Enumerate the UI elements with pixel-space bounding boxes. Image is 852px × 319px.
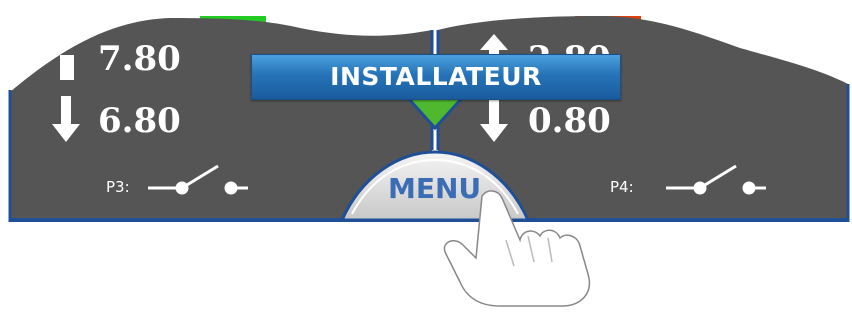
arrow-up-icon [60,55,74,80]
left-down-value: 6.80 [98,101,181,141]
right-switch-label: P4: [610,178,634,196]
right-down-value: 0.80 [528,101,611,141]
menu-button-label[interactable]: MENU [388,175,481,203]
left-up-value: 7.80 [98,39,181,79]
installateur-banner: INSTALLATEUR [251,54,621,100]
left-switch-label: P3: [106,178,130,196]
